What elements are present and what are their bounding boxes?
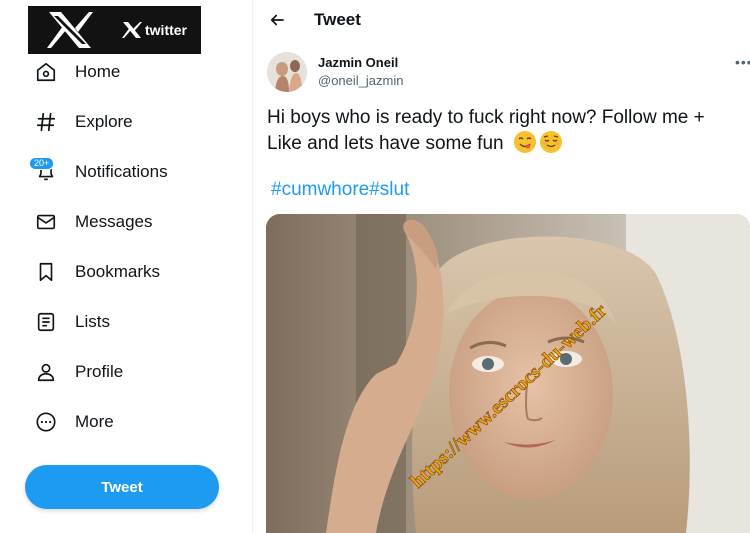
tweet-media-image[interactable]: https://www.escrocs-du-web.fr <box>266 214 750 533</box>
hashtag-icon <box>34 110 58 134</box>
x-logo-icon <box>28 6 112 54</box>
sidebar-item-lists[interactable]: Lists <box>34 306 234 338</box>
list-icon <box>34 310 58 334</box>
yum-face-emoji-icon <box>513 131 536 153</box>
bookmark-icon <box>34 260 58 284</box>
sidebar-item-explore[interactable]: Explore <box>34 106 234 138</box>
arrow-left-icon <box>270 14 284 26</box>
sidebar-item-more[interactable]: More <box>34 406 234 438</box>
sidebar-item-bookmarks[interactable]: Bookmarks <box>34 256 234 288</box>
watermark-overlay: https://www.escrocs-du-web.fr <box>406 299 612 493</box>
small-x-icon <box>122 22 142 38</box>
bell-icon: 20+ <box>29 157 58 184</box>
tweet-text: Hi boys who is ready to fuck right now? … <box>267 105 737 157</box>
hashtag-row: #cumwhore#slut <box>271 179 409 201</box>
home-icon <box>34 60 58 84</box>
sidebar-item-label: More <box>75 412 114 431</box>
sidebar-item-messages[interactable]: Messages <box>34 206 234 238</box>
logo-banner: twitter <box>28 6 201 54</box>
more-circle-icon <box>34 410 58 434</box>
person-icon <box>34 360 58 384</box>
more-options-icon[interactable]: ••• <box>735 54 750 70</box>
hashtag-link[interactable]: #slut <box>369 179 409 200</box>
hashtag-link[interactable]: #cumwhore <box>271 179 369 200</box>
envelope-icon <box>34 210 58 234</box>
tweet-body: Hi boys who is ready to fuck right now? … <box>267 107 705 154</box>
author-handle[interactable]: @oneil_jazmin <box>318 73 403 88</box>
sidebar-item-label: Lists <box>75 312 110 331</box>
tweet-header: Tweet <box>253 0 750 40</box>
sidebar-item-label: Home <box>75 62 121 81</box>
sidebar-item-label: Notifications <box>75 162 168 181</box>
sidebar-item-home[interactable]: Home <box>34 56 234 88</box>
sidebar-item-notifications[interactable]: 20+ Notifications <box>29 156 234 188</box>
sidebar-item-label: Messages <box>75 212 153 231</box>
app-window: twitter Home Explore 20+ Notifications M… <box>0 0 750 533</box>
sidebar-item-label: Bookmarks <box>75 262 161 281</box>
notification-badge: 20+ <box>29 157 55 170</box>
main-column: Tweet Jazmin Oneil @oneil_jazmin ••• Hi … <box>253 0 750 533</box>
watermark-text: https://www.escrocs-du-web.fr <box>406 299 611 492</box>
sidebar-item-label: Profile <box>75 362 124 381</box>
relieved-face-emoji-icon <box>539 131 562 153</box>
sidebar-item-label: Explore <box>75 112 133 131</box>
author-name[interactable]: Jazmin Oneil <box>318 55 398 70</box>
avatar[interactable] <box>267 52 307 92</box>
back-button[interactable] <box>266 9 288 31</box>
wordmark-label: twitter <box>145 22 187 38</box>
sidebar: twitter Home Explore 20+ Notifications M… <box>0 0 252 533</box>
emoji-group <box>510 131 562 154</box>
page-title: Tweet <box>314 10 361 29</box>
twitter-wordmark: twitter <box>122 21 187 39</box>
sidebar-item-profile[interactable]: Profile <box>34 356 234 388</box>
tweet-button[interactable]: Tweet <box>25 465 219 509</box>
